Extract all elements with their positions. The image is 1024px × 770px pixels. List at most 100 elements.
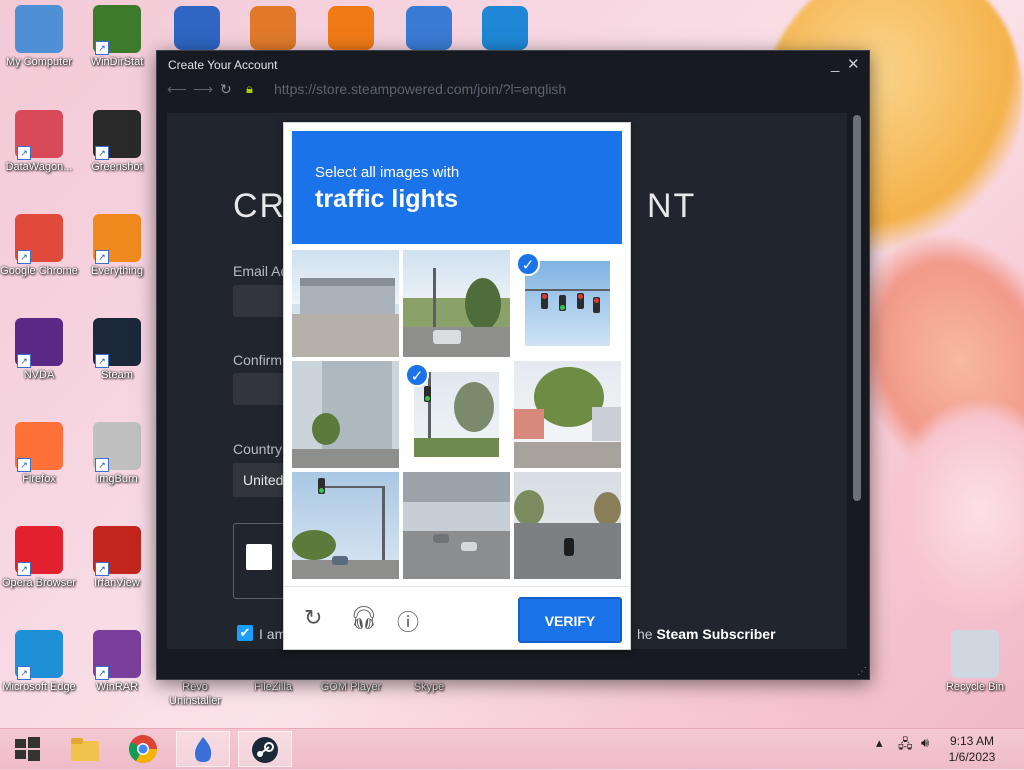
captcha-tile[interactable]: [514, 361, 621, 468]
captcha-tile[interactable]: ✓: [514, 250, 621, 357]
desktop-icon-label: NVDA: [23, 369, 55, 381]
recaptcha-checkbox[interactable]: [246, 544, 272, 570]
address-url[interactable]: https://store.steampowered.com/join/?l=e…: [274, 81, 566, 97]
winrar-icon: ↗: [93, 630, 141, 680]
selected-check-icon: ✓: [405, 363, 429, 387]
confirm-email-label: Confirm: [233, 352, 283, 368]
network-icon[interactable]: [174, 6, 220, 50]
app-taskbar-button[interactable]: [176, 731, 230, 767]
captcha-footer: ↻ 🎧︎ ⓘ VERIFY: [284, 586, 630, 649]
desktop-icon[interactable]: ↗ Everything: [78, 214, 156, 278]
desktop-icon[interactable]: ↗ Firefox: [0, 422, 78, 486]
chrome-taskbar-button[interactable]: [116, 731, 170, 767]
firefox-icon: ↗: [15, 422, 63, 472]
captcha-header: Select all images with traffic lights: [292, 131, 622, 244]
steam-icon: ↗: [93, 318, 141, 368]
resize-grip-icon[interactable]: ⋰: [857, 666, 867, 677]
qbittorrent-icon[interactable]: [406, 6, 452, 50]
tree-icon: ↗: [93, 5, 141, 55]
audacity-icon[interactable]: [328, 6, 374, 50]
agree-checkbox[interactable]: ✔: [237, 625, 253, 641]
network-tray-icon[interactable]: 🖧︎: [898, 735, 913, 757]
audio-challenge-icon[interactable]: 🎧︎: [350, 605, 378, 631]
disc-icon: ↗: [93, 422, 141, 472]
show-hidden-icons-icon[interactable]: ▴: [876, 735, 883, 751]
forward-icon[interactable]: ⟶: [193, 81, 213, 98]
desktop-icon[interactable]: ↗ Opera Browser: [0, 526, 78, 590]
folder-icon: [71, 738, 99, 761]
desktop-icon[interactable]: ↗ WinDirStat: [78, 5, 156, 69]
computer-icon: [15, 5, 63, 53]
captcha-target: traffic lights: [315, 185, 459, 213]
shortcut-arrow-icon: ↗: [95, 354, 109, 368]
country-label: Country: [233, 441, 283, 457]
captcha-tile[interactable]: [292, 361, 399, 468]
close-button[interactable]: ✕: [847, 51, 860, 79]
captcha-tile[interactable]: [514, 472, 621, 579]
desktop-icon[interactable]: ↗ Steam: [78, 318, 156, 382]
desktop-icon[interactable]: My Computer: [0, 5, 78, 69]
desktop-icon[interactable]: ↗ Google Chrome: [0, 214, 78, 278]
desktop-icon-label: Greenshot: [91, 161, 143, 173]
windows-logo-icon: [15, 737, 40, 761]
opera-icon: ↗: [15, 526, 63, 576]
datawagon-icon: ↗: [15, 110, 63, 160]
desktop-icon[interactable]: ↗ Microsoft Edge: [0, 630, 78, 694]
chrome-icon: [129, 735, 157, 763]
desktop-icon[interactable]: ↗ NVDA: [0, 318, 78, 382]
desktop-icon-label: FileZilla: [254, 681, 292, 693]
shortcut-arrow-icon: ↗: [95, 562, 109, 576]
desktop-icon-label: WinDirStat: [90, 56, 144, 68]
desktop-icon-label: My Computer: [5, 56, 73, 68]
desktop-icon-label: DataWagon...: [5, 161, 73, 173]
clock-time: 9:13 AM: [949, 734, 995, 748]
vscode-icon[interactable]: [482, 6, 528, 50]
desktop-icon[interactable]: ↗ Greenshot: [78, 110, 156, 174]
file-explorer-taskbar-button[interactable]: [58, 731, 112, 767]
captcha-tile[interactable]: [403, 472, 510, 579]
desktop-icon[interactable]: ↗ DataWagon...: [0, 110, 78, 174]
desktop-icon[interactable]: ↗ WinRAR: [78, 630, 156, 694]
scrollbar-thumb[interactable]: [853, 115, 861, 501]
captcha-tile[interactable]: [292, 250, 399, 357]
captcha-image-grid: ✓ ✓: [292, 250, 622, 580]
chrome-icon: ↗: [15, 214, 63, 264]
agree-text-right: he Steam Subscriber: [637, 626, 776, 642]
reload-icon[interactable]: ↻: [220, 81, 232, 98]
desktop-icon-label: WinRAR: [95, 681, 139, 693]
shortcut-arrow-icon: ↗: [17, 562, 31, 576]
page-heading-right: NT: [647, 187, 697, 225]
agree-prefix: he: [637, 626, 657, 642]
steam-taskbar-button[interactable]: [238, 731, 292, 767]
window-titlebar[interactable]: Create Your Account _ ✕: [157, 51, 869, 79]
desktop-icon[interactable]: ↗ ImgBurn: [78, 422, 156, 486]
info-icon[interactable]: ⓘ: [397, 605, 419, 637]
desktop-icon[interactable]: Recycle Bin: [936, 630, 1014, 694]
shortcut-arrow-icon: ↗: [17, 666, 31, 680]
desktop-icon-label: Firefox: [22, 473, 56, 485]
captcha-tile[interactable]: [292, 472, 399, 579]
eye-icon[interactable]: [250, 6, 296, 50]
desktop-icon-label: Google Chrome: [0, 265, 78, 277]
desktop-icon-label: Revo Uninstaller: [169, 681, 221, 707]
captcha-tile[interactable]: ✓: [403, 361, 510, 468]
system-clock[interactable]: 9:13 AM 1/6/2023: [942, 733, 1002, 765]
greenshot-icon: ↗: [93, 110, 141, 160]
magnifier-icon: ↗: [93, 214, 141, 264]
refresh-icon[interactable]: ↻: [304, 605, 322, 631]
shortcut-arrow-icon: ↗: [95, 146, 109, 160]
volume-tray-icon[interactable]: 🔊︎: [921, 735, 929, 751]
desktop-icon[interactable]: ↗ IrfanView: [78, 526, 156, 590]
verify-button[interactable]: VERIFY: [518, 597, 622, 643]
start-button[interactable]: [0, 731, 54, 767]
subscriber-agreement-link[interactable]: Steam Subscriber: [656, 626, 775, 642]
captcha-tile[interactable]: [403, 250, 510, 357]
captcha-challenge: Select all images with traffic lights ✓ …: [283, 122, 631, 650]
steam-icon: [252, 737, 278, 763]
shortcut-arrow-icon: ↗: [17, 458, 31, 472]
shortcut-arrow-icon: ↗: [95, 250, 109, 264]
irfanview-icon: ↗: [93, 526, 141, 576]
minimize-button[interactable]: _: [831, 51, 839, 79]
lock-icon: 🔒︎: [246, 81, 253, 96]
back-icon[interactable]: ⟵: [167, 81, 187, 98]
